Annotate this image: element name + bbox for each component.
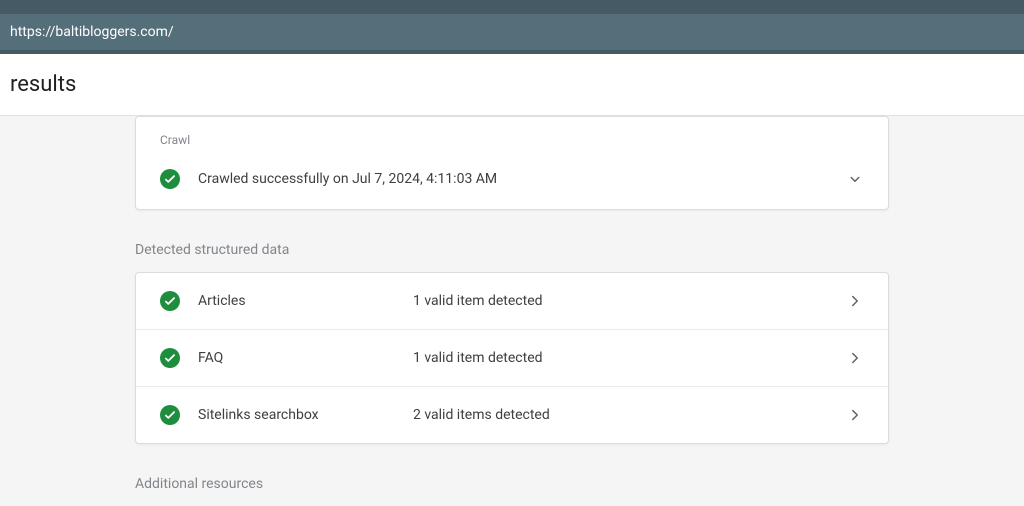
crawl-status-text: Crawled successfully on Jul 7, 2024, 4:1…	[198, 171, 846, 187]
data-row-sitelinks[interactable]: Sitelinks searchbox 2 valid items detect…	[136, 387, 888, 443]
chevron-right-icon	[846, 349, 864, 367]
data-item-name: Sitelinks searchbox	[198, 407, 413, 423]
page-header: results	[0, 54, 1024, 116]
crawl-card: Crawl Crawled successfully on Jul 7, 202…	[135, 116, 889, 210]
data-item-name: FAQ	[198, 350, 413, 366]
data-item-status: 2 valid items detected	[413, 407, 846, 423]
url-text: https://baltibloggers.com/	[10, 24, 174, 40]
additional-resources-label: Additional resources	[135, 444, 889, 506]
check-icon	[160, 169, 180, 189]
url-bar: https://baltibloggers.com/	[0, 14, 1024, 50]
data-item-name: Articles	[198, 293, 413, 309]
check-icon	[160, 405, 180, 425]
chevron-right-icon	[846, 292, 864, 310]
data-row-faq[interactable]: FAQ 1 valid item detected	[136, 330, 888, 387]
crawl-row[interactable]: Crawled successfully on Jul 7, 2024, 4:1…	[136, 155, 888, 209]
crawl-section-label: Crawl	[136, 117, 888, 155]
check-icon	[160, 348, 180, 368]
content-area: Crawl Crawled successfully on Jul 7, 202…	[0, 116, 1024, 506]
chevron-right-icon	[846, 406, 864, 424]
data-row-articles[interactable]: Articles 1 valid item detected	[136, 273, 888, 330]
data-item-status: 1 valid item detected	[413, 293, 846, 309]
window-chrome-top	[0, 0, 1024, 14]
check-icon	[160, 291, 180, 311]
structured-data-card: Articles 1 valid item detected FAQ 1 val…	[135, 272, 889, 444]
chevron-down-icon	[846, 170, 864, 188]
page-title: results	[10, 72, 76, 97]
data-item-status: 1 valid item detected	[413, 350, 846, 366]
structured-data-section-label: Detected structured data	[135, 210, 889, 272]
